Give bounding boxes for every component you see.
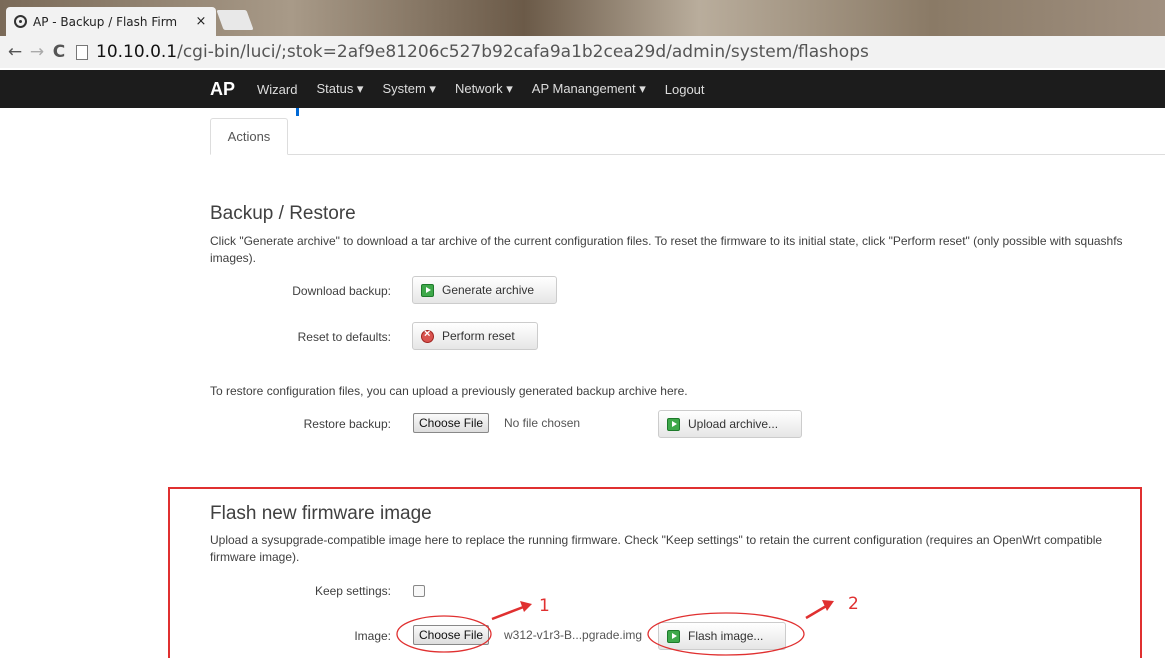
annotation-arrow-2 — [805, 600, 834, 620]
annotation-arrow-1 — [491, 601, 532, 621]
annotation-ellipse-2 — [647, 612, 805, 656]
annotation-ellipse-1 — [396, 615, 492, 653]
annotation-label-1: 1 — [539, 596, 550, 616]
annotation-overlay — [396, 600, 834, 656]
annotation-label-2: 2 — [848, 594, 859, 614]
